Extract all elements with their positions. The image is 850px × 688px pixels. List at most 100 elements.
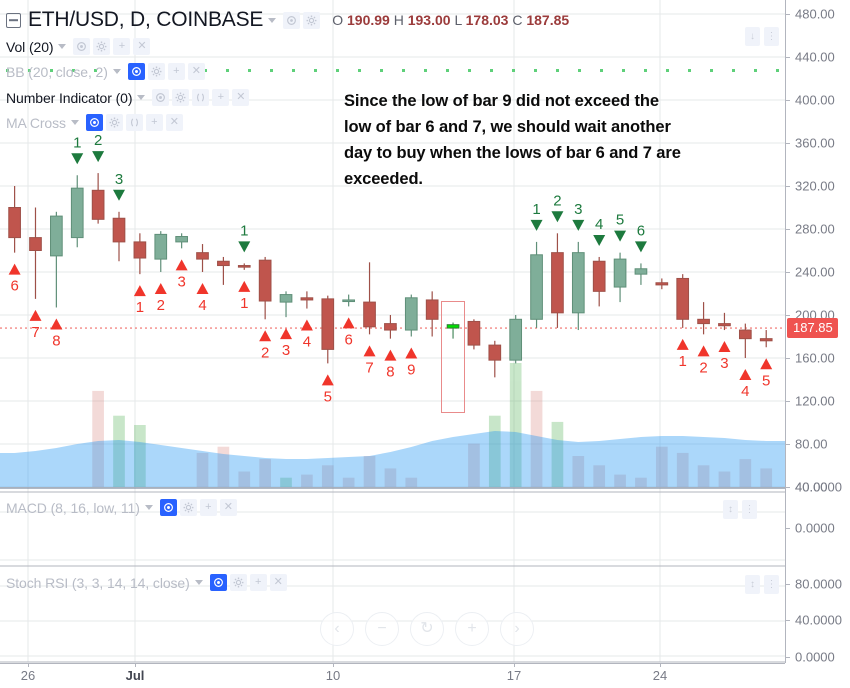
chevron-down-icon[interactable] [194, 580, 203, 585]
close-icon[interactable]: ✕ [232, 89, 250, 106]
gear-icon[interactable] [172, 89, 190, 106]
pane-menu-icon[interactable]: ⋮ [742, 500, 757, 519]
price-axis-label: 440.00 [795, 49, 835, 65]
zoom-out-icon[interactable]: − [365, 612, 399, 646]
svg-text:1: 1 [240, 222, 248, 239]
ohlc-h-label: H [393, 12, 404, 28]
bar9-highlight-box [441, 300, 465, 413]
legend-study-0[interactable]: Vol (20) + ✕ [6, 38, 151, 55]
legend-study-buttons-0[interactable]: + ✕ [73, 38, 151, 55]
chevron-left-icon[interactable]: ‹ [320, 612, 354, 646]
gear-icon[interactable] [179, 499, 197, 516]
chevron-down-icon[interactable] [70, 120, 79, 125]
legend-stoch-rsi[interactable]: Stoch RSI (3, 3, 14, 14, close) + ✕ [6, 574, 287, 591]
gear-icon[interactable] [147, 63, 165, 80]
legend-main-buttons[interactable] [283, 11, 321, 29]
gear-icon[interactable] [93, 38, 111, 55]
minus-square-icon[interactable] [6, 12, 21, 28]
close-icon[interactable]: ✕ [219, 499, 237, 516]
pane-menu-icon[interactable]: ⋮ [764, 575, 779, 594]
ohlc-o-value: 190.99 [347, 12, 390, 28]
pane-menu-icon[interactable]: ⋮ [764, 27, 779, 46]
price-axis-label: 160.00 [795, 350, 835, 366]
legend-main-symbol[interactable]: ETH/USD, D, COINBASE O 190.99 H 193.00 L… [6, 8, 569, 32]
svg-text:3: 3 [574, 201, 582, 218]
source-icon[interactable] [192, 89, 210, 106]
eye-icon[interactable] [127, 63, 145, 80]
zoom-in-icon[interactable]: + [455, 612, 489, 646]
svg-text:4: 4 [595, 216, 603, 233]
collapse-pane-icon[interactable]: ↕ [723, 500, 738, 519]
svg-text:6: 6 [637, 222, 645, 239]
eye-icon[interactable] [283, 11, 301, 29]
svg-text:3: 3 [115, 171, 123, 188]
ohlc-l-label: L [454, 12, 462, 28]
stoch-axis-label: 40.0000 [795, 612, 842, 628]
chevron-down-icon[interactable] [268, 17, 277, 23]
annotation-text[interactable]: Since the low of bar 9 did not exceed th… [344, 88, 689, 192]
svg-text:6: 6 [10, 278, 18, 295]
svg-text:3: 3 [282, 342, 290, 359]
ohlc-l-value: 178.03 [465, 12, 509, 28]
eye-icon[interactable] [209, 574, 227, 591]
legend-macd-buttons[interactable]: + ✕ [159, 499, 237, 516]
legend-macd[interactable]: MACD (8, 16, low, 11) + ✕ [6, 499, 237, 516]
eye-icon[interactable] [73, 38, 91, 55]
legend-study-buttons-3[interactable]: + ✕ [85, 114, 183, 131]
legend-stoch-buttons[interactable]: + ✕ [209, 574, 287, 591]
gear-icon[interactable] [105, 114, 123, 131]
collapse-pane-icon[interactable]: ↕ [745, 575, 760, 594]
close-icon[interactable]: ✕ [187, 63, 205, 80]
legend-study-1[interactable]: BB (20, close, 2) + ✕ [6, 63, 205, 80]
add-icon[interactable]: + [145, 114, 163, 131]
symbol-title: ETH/USD, D, COINBASE [28, 8, 264, 31]
add-icon[interactable]: + [212, 89, 230, 106]
chevron-right-icon[interactable]: › [500, 612, 534, 646]
collapse-pane-icon[interactable]: ↓ [745, 27, 760, 46]
chevron-down-icon[interactable] [137, 95, 146, 100]
price-axis-label: 120.00 [795, 393, 835, 409]
chevron-down-icon[interactable] [112, 69, 121, 74]
eye-icon[interactable] [159, 499, 177, 516]
price-axis[interactable]: 480.00 440.00 400.00 360.00 320.00 280.00 240.… [785, 0, 850, 688]
pane-controls-stoch[interactable]: ↕ ⋮ [745, 575, 779, 594]
pane-controls-macd[interactable]: ↕ ⋮ [723, 500, 757, 519]
chart-nav-buttons[interactable]: ‹ − ↻ + › [320, 612, 534, 646]
add-icon[interactable]: + [249, 574, 267, 591]
legend-stoch-label: Stoch RSI (3, 3, 14, 14, close) [6, 574, 190, 591]
macd-axis-label: 40.0000 [795, 479, 842, 495]
reset-chart-icon[interactable]: ↻ [410, 612, 444, 646]
ohlc-o-label: O [332, 12, 344, 28]
gear-icon[interactable] [303, 11, 321, 29]
legend-study-label-2: Number Indicator (0) [6, 89, 133, 106]
time-axis[interactable]: 26 Jul 10 17 24 [0, 663, 850, 688]
legend-study-2[interactable]: Number Indicator (0) + ✕ [6, 89, 250, 106]
price-axis-label: 80.00 [795, 436, 828, 452]
svg-text:5: 5 [324, 388, 332, 405]
legend-study-buttons-2[interactable]: + ✕ [152, 89, 250, 106]
eye-icon[interactable] [85, 114, 103, 131]
svg-text:6: 6 [344, 331, 352, 348]
close-icon[interactable]: ✕ [165, 114, 183, 131]
svg-text:1: 1 [532, 201, 540, 218]
svg-text:1: 1 [240, 295, 248, 312]
close-icon[interactable]: ✕ [269, 574, 287, 591]
gear-icon[interactable] [229, 574, 247, 591]
eye-icon[interactable] [152, 89, 170, 106]
legend-study-3[interactable]: MA Cross + ✕ [6, 114, 183, 131]
add-icon[interactable]: + [199, 499, 217, 516]
source-icon[interactable] [125, 114, 143, 131]
add-icon[interactable]: + [167, 63, 185, 80]
add-icon[interactable]: + [113, 38, 131, 55]
chevron-down-icon[interactable] [58, 44, 67, 49]
legend-study-label-1: BB (20, close, 2) [6, 63, 108, 80]
chevron-down-icon[interactable] [144, 505, 153, 510]
ohlc-c-label: C [512, 12, 523, 28]
legend-study-buttons-1[interactable]: + ✕ [127, 63, 205, 80]
pane-controls-main[interactable]: ↓ ⋮ [745, 27, 779, 46]
legend-macd-label: MACD (8, 16, low, 11) [6, 499, 140, 516]
price-axis-label: 480.00 [795, 6, 835, 22]
close-icon[interactable]: ✕ [133, 38, 151, 55]
ohlc-h-value: 193.00 [407, 12, 451, 28]
svg-text:9: 9 [407, 362, 415, 379]
